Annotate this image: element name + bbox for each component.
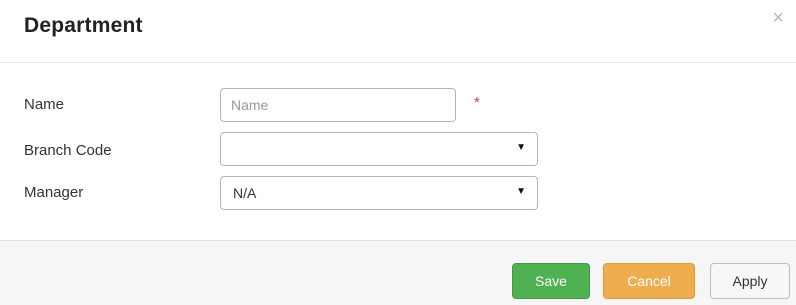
cancel-button[interactable]: Cancel bbox=[603, 263, 695, 299]
name-field-wrapper bbox=[220, 88, 456, 122]
save-button[interactable]: Save bbox=[512, 263, 590, 299]
manager-label: Manager bbox=[24, 184, 84, 201]
dialog-title: Department bbox=[24, 14, 143, 37]
department-dialog: Department × Name * Branch Code ▼ Manage… bbox=[0, 0, 796, 305]
dialog-header: Department × bbox=[0, 0, 796, 63]
manager-value: N/A bbox=[233, 185, 257, 201]
name-input[interactable] bbox=[221, 89, 455, 121]
dropdown-arrow-icon: ▼ bbox=[516, 186, 526, 197]
dialog-footer: Save Cancel Apply bbox=[0, 240, 796, 305]
close-icon[interactable]: × bbox=[772, 8, 784, 28]
required-indicator: * bbox=[474, 94, 480, 111]
name-label: Name bbox=[24, 96, 65, 113]
apply-button[interactable]: Apply bbox=[710, 263, 790, 299]
dropdown-arrow-icon: ▼ bbox=[516, 142, 526, 153]
branch-code-select[interactable]: ▼ bbox=[220, 132, 538, 166]
manager-select[interactable]: N/A ▼ bbox=[220, 176, 538, 210]
branch-code-label: Branch Code bbox=[24, 142, 112, 159]
